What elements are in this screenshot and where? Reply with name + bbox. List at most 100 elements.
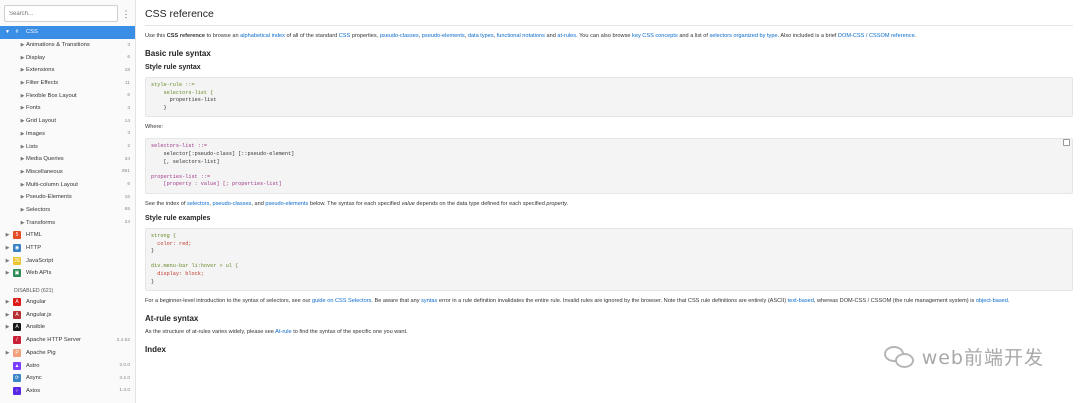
object-based-link[interactable]: object-based xyxy=(976,298,1008,304)
sidebar-item-fonts[interactable]: ▶ Fonts 3 xyxy=(0,102,135,115)
sidebar-item-selectors[interactable]: ▶ Selectors 65 xyxy=(0,204,135,217)
at-rules-link[interactable]: at-rules xyxy=(557,33,576,39)
selectors-link[interactable]: selectors xyxy=(187,201,209,207)
sidebar-item-label: CSS xyxy=(26,29,38,36)
ansible-icon: A xyxy=(13,323,21,332)
heading-basic-rule-syntax: Basic rule syntax xyxy=(145,49,211,58)
sidebar-item-label: Angular.js xyxy=(26,311,52,318)
wechat-logo-icon xyxy=(883,344,916,370)
sidebar-item-display[interactable]: ▶ Display 6 xyxy=(0,51,135,64)
syntax-link[interactable]: syntax xyxy=(421,298,437,304)
chevron-right-icon[interactable]: ▶ xyxy=(4,258,11,264)
sidebar-item-axios[interactable]: › Axios 1.3.0 xyxy=(0,385,135,398)
chevron-right-icon[interactable]: ▶ xyxy=(19,194,26,200)
chevron-right-icon[interactable]: ▶ xyxy=(19,131,26,137)
chevron-right-icon[interactable]: ▶ xyxy=(19,42,26,48)
intro-paragraph: Use this CSS reference to browse an alph… xyxy=(145,33,917,39)
see-paragraph: See the index of selectors, pseudo-class… xyxy=(145,200,569,207)
pseudo-elements-link[interactable]: pseudo-elements xyxy=(422,33,465,39)
alphabetical-index-link[interactable]: alphabetical index xyxy=(240,33,285,39)
heading-style-rule-examples: Style rule examples xyxy=(145,214,211,222)
css-link[interactable]: CSS xyxy=(339,33,351,39)
sidebar-item-images[interactable]: ▶ Images 3 xyxy=(0,128,135,141)
chevron-right-icon[interactable]: ▶ xyxy=(19,169,26,175)
sidebar-item-flexible-box-layout[interactable]: ▶ Flexible Box Layout 6 xyxy=(0,89,135,102)
sidebar-item-label: Fonts xyxy=(26,105,41,112)
chevron-right-icon[interactable]: ▶ xyxy=(19,93,26,99)
sidebar-item-lists[interactable]: ▶ Lists 2 xyxy=(0,140,135,153)
sidebar-item-miscellaneous[interactable]: ▶ Miscellaneous 861 xyxy=(0,166,135,179)
chevron-right-icon[interactable]: ▶ xyxy=(19,105,26,111)
chevron-right-icon[interactable]: ▶ xyxy=(4,299,11,305)
selectors-by-type-link[interactable]: selectors organized by type xyxy=(709,33,777,39)
pseudo-classes-link[interactable]: pseudo-classes xyxy=(380,33,419,39)
chevron-right-icon[interactable]: ▶ xyxy=(19,156,26,162)
sidebar-item-apache-http-server[interactable]: / Apache HTTP Server 2.4.52 xyxy=(0,334,135,347)
chevron-right-icon[interactable]: ▶ xyxy=(19,182,26,188)
sidebar-item-label: Selectors xyxy=(26,206,51,213)
search-bar: ⋮ xyxy=(4,4,131,23)
chevron-right-icon[interactable]: ▶ xyxy=(19,144,26,150)
sidebar-item-multi-column-layout[interactable]: ▶ Multi-column Layout 6 xyxy=(0,178,135,191)
chevron-right-icon[interactable]: ▶ xyxy=(4,312,11,318)
sidebar-item-animations-transitions[interactable]: ▶ Animations & Transitions 3 xyxy=(0,39,135,52)
data-types-link[interactable]: data types xyxy=(468,33,494,39)
chevron-right-icon[interactable]: ▶ xyxy=(4,245,11,251)
sidebar-item-media-queries[interactable]: ▶ Media Queries 34 xyxy=(0,153,135,166)
pseudo-classes-link[interactable]: pseudo-classes xyxy=(212,201,251,207)
chevron-right-icon[interactable]: ▶ xyxy=(4,232,11,238)
search-input[interactable] xyxy=(4,5,118,22)
menu-icon[interactable]: ⋮ xyxy=(121,7,131,21)
sidebar-item-filter-effects[interactable]: ▶ Filter Effects 11 xyxy=(0,77,135,90)
code-line: [property : value] [; properties-list] xyxy=(151,181,282,188)
copy-icon[interactable] xyxy=(1063,139,1070,147)
key-concepts-link[interactable]: key CSS concepts xyxy=(632,33,678,39)
text-based-link[interactable]: text-based xyxy=(788,298,814,304)
sidebar-item-ansible[interactable]: ▶ A Ansible xyxy=(0,321,135,334)
at-rule-link[interactable]: At-rule xyxy=(275,329,291,335)
item-count: 6 xyxy=(127,182,130,188)
sidebar-item-apache-pig[interactable]: ▶ P Apache Pig xyxy=(0,347,135,360)
chevron-down-icon[interactable]: ▼ xyxy=(4,29,11,35)
cssom-link[interactable]: DOM-CSS / CSSOM reference xyxy=(838,33,915,39)
chevron-right-icon[interactable]: ▶ xyxy=(4,324,11,330)
chevron-right-icon[interactable]: ▶ xyxy=(19,67,26,73)
sidebar-item-pseudo-elements[interactable]: ▶ Pseudo-Elements 16 xyxy=(0,191,135,204)
web-apis-icon: ▣ xyxy=(13,269,21,278)
watermark-text: web前端开发 xyxy=(921,347,1044,369)
guide-css-selectors-link[interactable]: guide on CSS Selectors xyxy=(312,298,371,304)
sidebar-item-http[interactable]: ▶ ◉ HTTP xyxy=(0,242,135,255)
sidebar-item-grid-layout[interactable]: ▶ Grid Layout 14 xyxy=(0,115,135,128)
where-label: Where: xyxy=(145,124,164,131)
functional-notations-link[interactable]: functional notations xyxy=(497,33,545,39)
chevron-right-icon[interactable]: ▶ xyxy=(19,55,26,61)
chevron-right-icon[interactable]: ▶ xyxy=(4,270,11,276)
chevron-right-icon[interactable]: ▶ xyxy=(19,80,26,86)
code-block: style-rule ::= selectors-list { properti… xyxy=(145,77,1073,118)
sidebar-item-transforms[interactable]: ▶ Transforms 24 xyxy=(0,216,135,229)
angular-icon: A xyxy=(13,298,21,307)
pseudo-elements-link[interactable]: pseudo-elements xyxy=(265,201,308,207)
sidebar-item-extensions[interactable]: ▶ Extensions 18 xyxy=(0,64,135,77)
chevron-right-icon[interactable]: ▶ xyxy=(19,207,26,213)
code-line: properties-list xyxy=(151,97,217,104)
sidebar-item-label: Async xyxy=(26,375,42,382)
item-count: 2.4.52 xyxy=(116,337,130,343)
astro-icon: ▲ xyxy=(13,361,21,370)
sidebar-item-html[interactable]: ▶ 5 HTML xyxy=(0,229,135,242)
sidebar-item-async[interactable]: ⟳ Async 3.2.0 xyxy=(0,372,135,385)
sidebar-item-angular-js[interactable]: ▶ A Angular.js xyxy=(0,308,135,321)
sidebar-item-angular[interactable]: ▶ A Angular xyxy=(0,296,135,309)
sidebar-item-javascript[interactable]: ▶ JS JavaScript xyxy=(0,254,135,267)
chevron-right-icon[interactable]: ▶ xyxy=(19,220,26,226)
chevron-right-icon[interactable]: ▶ xyxy=(4,350,11,356)
code-line: color: red; xyxy=(151,240,192,247)
sidebar-item-label: Filter Effects xyxy=(26,80,59,87)
sidebar-item-css[interactable]: ▼ # CSS xyxy=(0,26,135,39)
chevron-right-icon[interactable]: ▶ xyxy=(19,118,26,124)
code-line: [, selectors-list] xyxy=(151,158,220,165)
sidebar-item-web-apis[interactable]: ▶ ▣ Web APIs xyxy=(0,267,135,280)
sidebar-item-astro[interactable]: ▲ Astro 2.0.0 xyxy=(0,359,135,372)
item-count: 2 xyxy=(127,144,130,150)
